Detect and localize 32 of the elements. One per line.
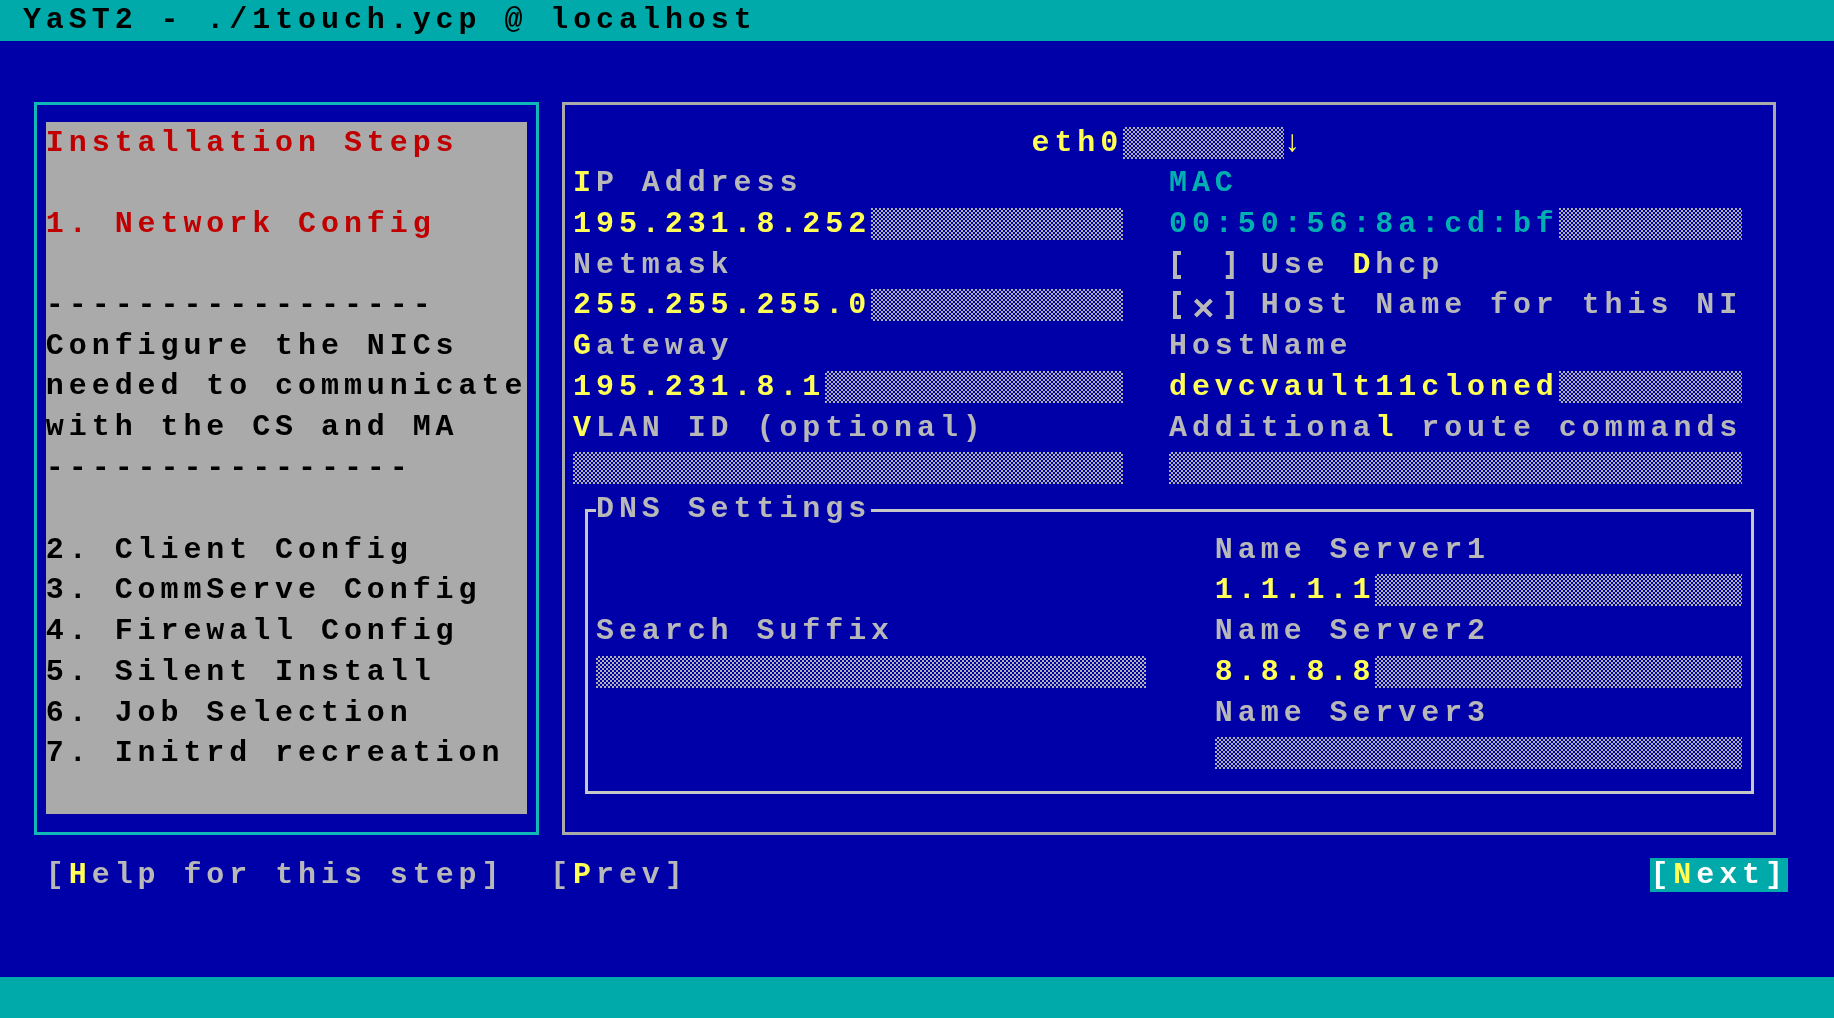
text-field[interactable]: 1.1.1.1	[1214, 574, 1743, 607]
step-item: 1. Network Config	[45, 205, 436, 243]
text-field[interactable]: 195.231.8.252	[573, 207, 1124, 240]
text-field[interactable]: 255.255.255.0	[573, 289, 1124, 322]
text-field[interactable]: devcvault11cloned	[1169, 370, 1743, 403]
separator-text: ----------------	[45, 450, 413, 488]
text-field[interactable]	[595, 655, 1147, 688]
text-field[interactable]	[1169, 452, 1743, 485]
title-bar: YaST2 - ./1touch.ycp @ localhost	[0, 0, 1834, 41]
label: Host Name for this NI	[1260, 287, 1743, 325]
step-description: Configure the NICs needed to communicate with the CS and MA	[45, 327, 529, 447]
label: HostName	[1169, 328, 1353, 366]
step-item: 6. Job Selection	[45, 694, 413, 732]
step-item: 5. Silent Install	[45, 653, 436, 691]
separator-text: -----------------	[45, 287, 436, 325]
label: Gateway	[573, 328, 734, 366]
step-item: 2. Client Config	[45, 531, 413, 569]
label: Search Suffix	[595, 613, 894, 651]
label: Netmask	[573, 246, 734, 284]
step-item: 7. Initrd recreation	[45, 735, 505, 773]
step-item: 3. CommServe Config	[45, 572, 482, 610]
text-field[interactable]: 8.8.8.8	[1214, 655, 1743, 688]
panel-heading: Installation Steps	[45, 124, 459, 162]
label: Use Dhcp	[1260, 246, 1445, 284]
text-field[interactable]: 195.231.8.1	[573, 370, 1124, 403]
step-item: 4. Firewall Config	[45, 613, 459, 651]
text-field[interactable]	[1214, 737, 1743, 770]
label: MAC	[1169, 165, 1238, 203]
label: Name Server3	[1214, 694, 1490, 732]
label: Name Server1	[1214, 531, 1490, 569]
text-field[interactable]	[573, 452, 1124, 485]
label: Name Server2	[1214, 613, 1490, 651]
